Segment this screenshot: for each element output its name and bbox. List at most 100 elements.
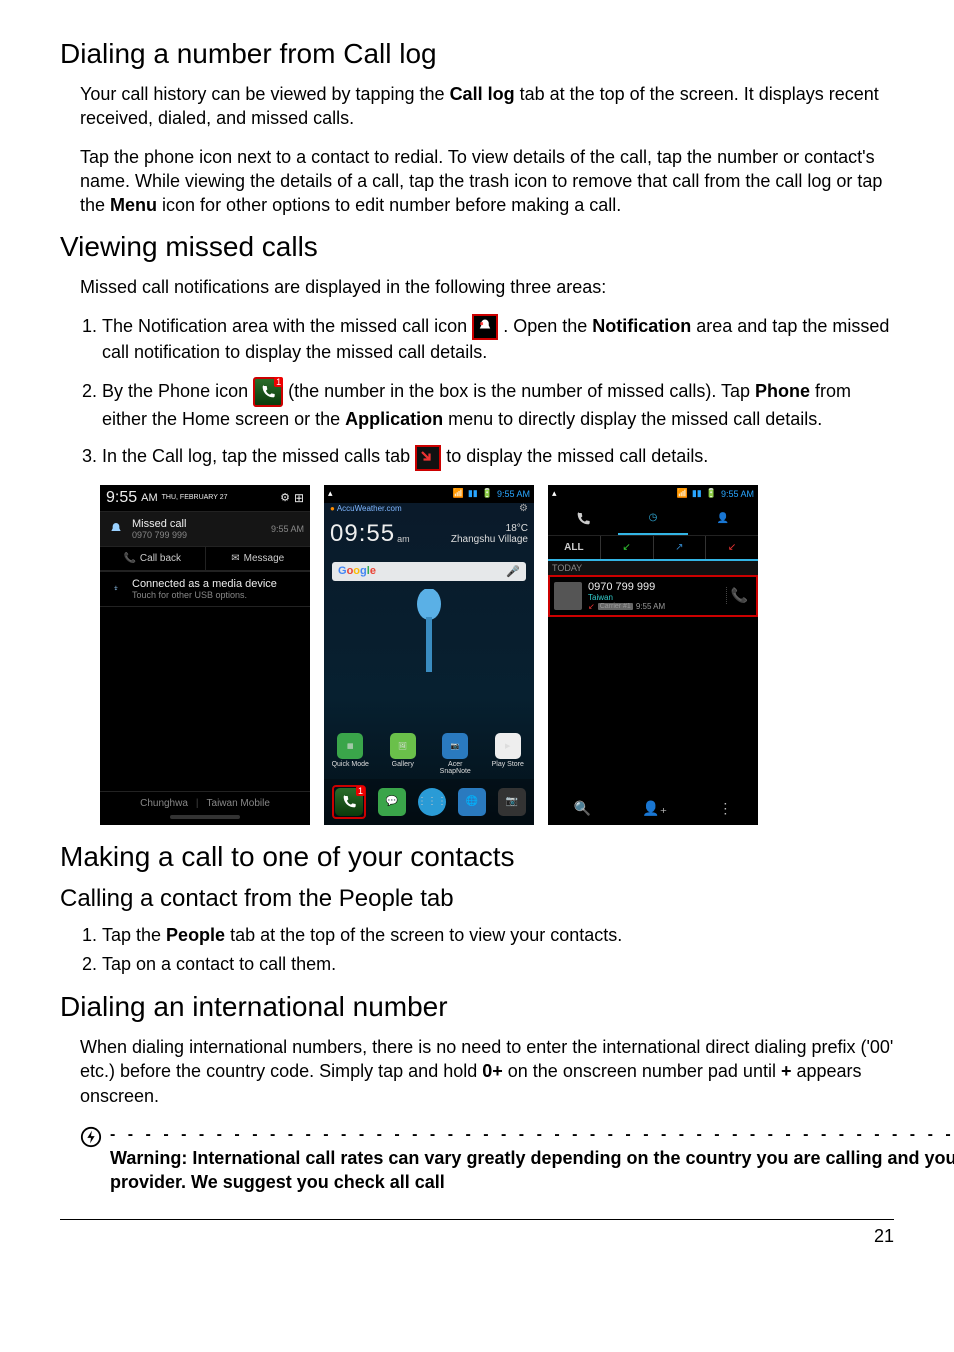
- text: menu to directly display the missed call…: [443, 409, 822, 429]
- dock-messages[interactable]: 💬: [378, 788, 406, 816]
- list-item: Tap the People tab at the top of the scr…: [102, 923, 894, 948]
- text: to display the missed call details.: [446, 446, 708, 466]
- callback-button[interactable]: 📞 Call back: [100, 547, 205, 570]
- message-button[interactable]: ✉ Message: [205, 547, 311, 570]
- usb-notif-row[interactable]: ⍖ Connected as a media device Touch for …: [100, 571, 310, 607]
- settings-toggle-icon[interactable]: ⚙: [280, 491, 290, 504]
- filter-incoming[interactable]: ↙: [600, 536, 653, 559]
- label: Call back: [140, 553, 181, 564]
- notif-indicator-icon: ▴: [552, 488, 557, 499]
- drag-handle[interactable]: [170, 815, 240, 819]
- notif-actions: 📞 Call back ✉ Message: [100, 547, 310, 571]
- signal-icon: ▮▮: [468, 488, 478, 499]
- clock-weather-widget[interactable]: 09:55 am 18°C Zhangshu Village: [324, 514, 534, 554]
- entry-time: 9:55 AM: [636, 602, 665, 611]
- badge-count: 1: [356, 786, 365, 796]
- dotted-divider: - - - - - - - - - - - - - - - - - - - - …: [110, 1126, 954, 1144]
- usb-icon: ⍖: [106, 583, 126, 594]
- heading-people-tab: Calling a contact from the People tab: [60, 885, 894, 913]
- app-playstore[interactable]: ▶Play Store: [485, 733, 531, 775]
- bold-text: Application: [345, 409, 443, 429]
- accuweather-label[interactable]: AccuWeather.com ⚙: [324, 503, 534, 514]
- dock-apps[interactable]: ⋮⋮⋮: [418, 788, 446, 816]
- filter-outgoing[interactable]: ↗: [653, 536, 706, 559]
- clock-text: 9:55: [106, 489, 137, 507]
- ampm-text: am: [397, 534, 410, 544]
- app-snapnote[interactable]: 📷Acer SnapNote: [432, 733, 478, 775]
- date-header: TODAY: [548, 561, 758, 575]
- filter-missed[interactable]: ↙: [705, 536, 758, 559]
- dock-phone[interactable]: 1: [332, 785, 366, 819]
- filter-all[interactable]: ALL: [548, 536, 600, 559]
- signal-icon: ▮▮: [692, 488, 702, 499]
- bold-text: Menu: [110, 195, 157, 215]
- clock-icon: ◷: [649, 512, 658, 523]
- mic-icon[interactable]: 🎤: [506, 565, 520, 578]
- missed-icon: ↙: [588, 602, 595, 611]
- label: Play Store: [492, 761, 524, 768]
- gear-icon[interactable]: ⚙: [519, 503, 528, 514]
- app-shortcut-row: ▦Quick Mode 🖼Gallery 📷Acer SnapNote ▶Pla…: [324, 729, 534, 779]
- label: Message: [244, 553, 285, 564]
- text: By the Phone icon: [102, 381, 253, 401]
- status-bar: ▴ 📶 ▮▮ 🔋 9:55 AM: [548, 485, 758, 503]
- carrier-row: Chunghwa Taiwan Mobile: [100, 791, 310, 815]
- ordered-list: The Notification area with the missed ca…: [80, 314, 894, 471]
- page-number: 21: [60, 1220, 894, 1247]
- notif-indicator-icon: ▴: [328, 488, 333, 499]
- wallpaper-drop: [324, 589, 534, 729]
- label: Acer SnapNote: [432, 761, 478, 775]
- status-time: 9:55 AM: [721, 489, 754, 499]
- label: AccuWeather.com: [337, 504, 402, 513]
- phone-icon: 📞: [123, 553, 135, 564]
- label: Gallery: [392, 761, 414, 768]
- tab-recents[interactable]: ◷: [618, 503, 688, 535]
- missed-tab-icon: [415, 445, 441, 471]
- list-item: Tap on a contact to call them.: [102, 952, 894, 977]
- app-quickmode[interactable]: ▦Quick Mode: [327, 733, 373, 775]
- overflow-icon[interactable]: ⋮: [718, 800, 732, 817]
- notif-time: 9:55 AM: [271, 524, 304, 534]
- text: The Notification area with the missed ca…: [102, 316, 472, 336]
- ampm-text: AM: [141, 492, 158, 504]
- dock-browser[interactable]: 🌐: [458, 788, 486, 816]
- notif-subtitle: 0970 799 999: [132, 530, 271, 540]
- battery-icon: 🔋: [706, 488, 717, 499]
- text: on the onscreen number pad until: [503, 1061, 781, 1081]
- heading-intl-number: Dialing an international number: [60, 991, 894, 1023]
- dock-camera[interactable]: 📷: [498, 788, 526, 816]
- list-item: By the Phone icon 1 (the number in the b…: [102, 377, 894, 432]
- heading-viewing-missed: Viewing missed calls: [60, 231, 894, 263]
- notif-title: Missed call: [132, 518, 271, 530]
- text: (the number in the box is the number of …: [288, 381, 755, 401]
- outgoing-icon: ↗: [675, 542, 683, 553]
- paragraph: Missed call notifications are displayed …: [80, 275, 894, 299]
- search-icon[interactable]: 🔍: [574, 800, 591, 817]
- label: Quick Mode: [332, 761, 369, 768]
- quicksettings-icon[interactable]: ⊞: [294, 491, 304, 505]
- screenshot-call-log: ▴ 📶 ▮▮ 🔋 9:55 AM ◷ 👤 ALL ↙ ↗ ↙ TODAY: [548, 485, 758, 825]
- bottom-bar: 🔍 👤₊ ⋮: [548, 792, 758, 825]
- missed-call-notif-row[interactable]: Missed call 0970 799 999 9:55 AM: [100, 511, 310, 547]
- date-text: THU, FEBRUARY 27: [162, 494, 228, 501]
- app-gallery[interactable]: 🖼Gallery: [380, 733, 426, 775]
- list-item: In the Call log, tap the missed calls ta…: [102, 444, 894, 470]
- phone-badge-icon: 1: [253, 377, 283, 407]
- wifi-icon: 📶: [453, 488, 464, 499]
- filter-tabs: ALL ↙ ↗ ↙: [548, 536, 758, 561]
- tab-contacts[interactable]: 👤: [688, 503, 758, 535]
- temp-text: 18°C: [410, 523, 528, 534]
- add-contact-icon[interactable]: 👤₊: [642, 800, 667, 817]
- dial-button[interactable]: 📞: [726, 587, 752, 604]
- message-icon: ✉: [231, 553, 239, 564]
- paragraph: Your call history can be viewed by tappi…: [80, 82, 894, 131]
- heading-making-call: Making a call to one of your contacts: [60, 841, 894, 873]
- call-log-entry[interactable]: 0970 799 999 Taiwan ↙ Carrier #1 9:55 AM…: [548, 575, 758, 617]
- bold-text: People: [166, 925, 225, 945]
- tab-dialer[interactable]: [548, 503, 618, 535]
- entry-meta: ↙ Carrier #1 9:55 AM: [588, 602, 726, 611]
- text: In the Call log, tap the missed calls ta…: [102, 446, 415, 466]
- google-search-bar[interactable]: Google 🎤: [332, 562, 526, 581]
- dock: 1 💬 ⋮⋮⋮ 🌐 📷: [324, 779, 534, 825]
- bold-text: +: [781, 1061, 792, 1081]
